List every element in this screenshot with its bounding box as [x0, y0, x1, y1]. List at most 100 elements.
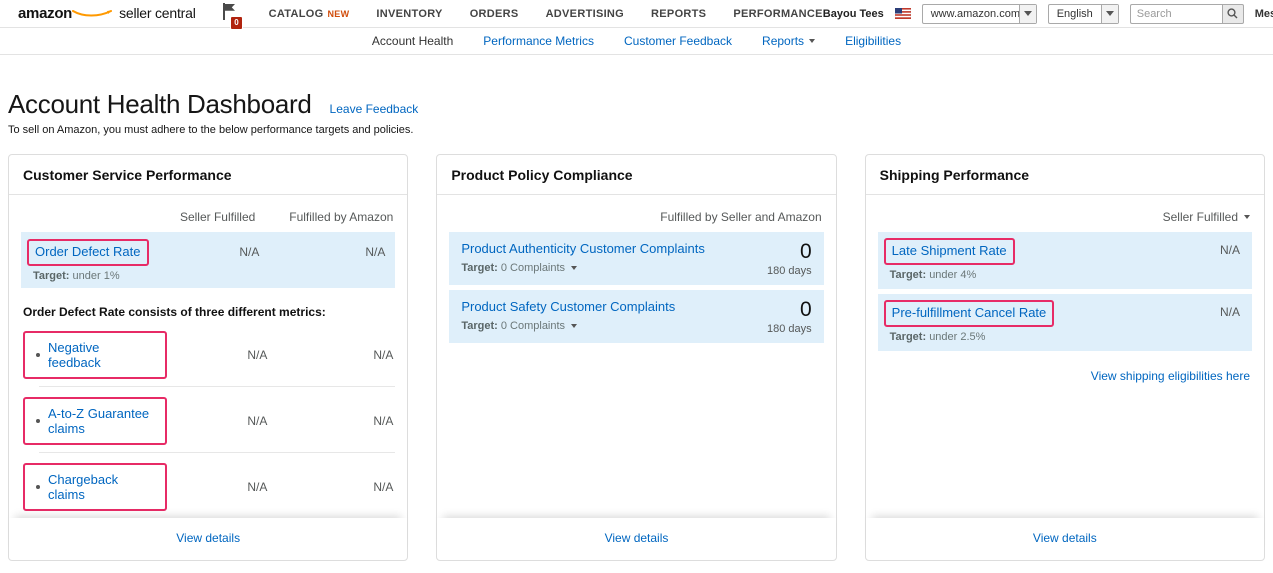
view-details-link[interactable]: View details — [1033, 531, 1097, 545]
topnav-right-controls: Bayou Tees www.amazon.com English Messag… — [823, 4, 1273, 24]
search-input[interactable] — [1130, 4, 1222, 24]
caret-down-icon[interactable] — [571, 266, 577, 270]
fulfilled-by-amazon-value: N/A — [267, 348, 393, 362]
shipping-performance-card: Shipping Performance Seller Fulfilled La… — [865, 154, 1265, 561]
marketplace-selector[interactable]: www.amazon.com — [922, 4, 1037, 24]
column-header-fulfilled-by-seller-and-amazon: Fulfilled by Seller and Amazon — [660, 210, 821, 224]
column-header-seller-fulfilled: Seller Fulfilled — [1163, 210, 1238, 224]
menu-item-inventory[interactable]: INVENTORY — [376, 8, 442, 20]
tab-eligibilities[interactable]: Eligibilities — [845, 34, 901, 48]
pre-fulfillment-cancel-rate-link[interactable]: Pre-fulfillment Cancel Rate — [892, 305, 1047, 320]
fulfilled-by-amazon-value: N/A — [267, 480, 393, 494]
product-safety-row: Product Safety Customer Complaints Targe… — [449, 290, 823, 343]
search-button[interactable] — [1222, 4, 1244, 24]
fulfilled-by-amazon-value: N/A — [259, 241, 385, 282]
notification-count-badge: 0 — [230, 16, 242, 30]
annotation-highlight: Negative feedback — [23, 331, 167, 379]
metric-target: Target: 0 Complaints — [461, 262, 705, 274]
annotation-highlight: Pre-fulfillment Cancel Rate — [884, 300, 1055, 327]
new-badge: NEW — [328, 9, 350, 19]
amazon-smile-icon — [72, 10, 116, 18]
language-selector[interactable]: English — [1048, 4, 1119, 24]
menu-item-orders[interactable]: ORDERS — [470, 8, 519, 20]
caret-down-icon — [809, 39, 815, 43]
tab-customer-feedback[interactable]: Customer Feedback — [624, 34, 732, 48]
metric-target: Target: under 2.5% — [890, 331, 1055, 343]
card-footer: View details — [437, 518, 835, 560]
tab-reports[interactable]: Reports — [762, 34, 815, 48]
time-period: 180 days — [767, 323, 812, 335]
performance-sub-navigation: Account Health Performance Metrics Custo… — [0, 28, 1273, 55]
late-shipment-rate-row: Late Shipment Rate Target: under 4% N/A — [878, 232, 1252, 289]
card-title: Shipping Performance — [866, 155, 1264, 195]
metric-target: Target: under 1% — [33, 270, 159, 282]
product-safety-complaints-link[interactable]: Product Safety Customer Complaints — [461, 299, 675, 314]
caret-down-icon[interactable] — [571, 324, 577, 328]
annotation-highlight: Order Defect Rate — [27, 239, 149, 266]
card-title: Customer Service Performance — [9, 155, 407, 195]
us-flag-icon — [895, 8, 911, 19]
language-dropdown-button[interactable] — [1101, 5, 1118, 23]
bullet-icon — [36, 419, 40, 423]
caret-down-icon[interactable] — [1244, 215, 1250, 219]
card-footer: View details — [866, 518, 1264, 560]
seller-fulfilled-value: N/A — [1220, 240, 1240, 281]
column-headers: Fulfilled by Seller and Amazon — [437, 195, 835, 232]
time-period: 180 days — [767, 265, 812, 277]
marketplace-dropdown-button[interactable] — [1019, 5, 1036, 23]
product-policy-compliance-card: Product Policy Compliance Fulfilled by S… — [436, 154, 836, 561]
language-value: English — [1049, 5, 1101, 23]
product-authenticity-complaints-link[interactable]: Product Authenticity Customer Complaints — [461, 241, 705, 256]
menu-item-reports[interactable]: REPORTS — [651, 8, 706, 20]
shipping-eligibilities-row: View shipping eligibilities here — [880, 369, 1250, 383]
view-shipping-eligibilities-link[interactable]: View shipping eligibilities here — [1091, 369, 1250, 383]
annotation-highlight: A-to-Z Guarantee claims — [23, 397, 167, 445]
seller-fulfilled-value: N/A — [159, 241, 259, 282]
a-to-z-claims-row: A-to-Z Guarantee claims N/A N/A — [9, 387, 407, 452]
metric-target: Target: 0 Complaints — [461, 320, 675, 332]
chargeback-claims-link[interactable]: Chargeback claims — [48, 472, 154, 502]
global-search — [1130, 4, 1244, 24]
view-details-link[interactable]: View details — [605, 531, 669, 545]
complaint-count-value: 0 — [767, 240, 812, 263]
search-icon — [1227, 8, 1238, 19]
account-name: Bayou Tees — [823, 8, 884, 20]
seller-fulfilled-value: N/A — [167, 348, 267, 362]
menu-item-advertising[interactable]: ADVERTISING — [546, 8, 624, 20]
card-title: Product Policy Compliance — [437, 155, 835, 195]
amazon-logo-text: amazon — [18, 5, 72, 22]
menu-item-catalog[interactable]: CATALOGNEW — [269, 8, 350, 20]
column-header-fulfilled-by-amazon: Fulfilled by Amazon — [255, 210, 393, 224]
card-footer: View details — [9, 518, 407, 560]
notifications-flag-button[interactable]: 0 — [222, 3, 237, 25]
seller-fulfilled-value: N/A — [167, 414, 267, 428]
order-defect-rate-link[interactable]: Order Defect Rate — [35, 244, 141, 259]
negative-feedback-row: Negative feedback N/A N/A — [9, 321, 407, 386]
main-content: Account Health Dashboard Leave Feedback … — [0, 89, 1273, 561]
a-to-z-guarantee-claims-link[interactable]: A-to-Z Guarantee claims — [48, 406, 154, 436]
tab-performance-metrics[interactable]: Performance Metrics — [483, 34, 594, 48]
messages-link[interactable]: Messages — [1255, 8, 1273, 20]
tab-account-health[interactable]: Account Health — [372, 34, 453, 48]
utility-links: Messages Help Settings — [1255, 8, 1273, 20]
column-header-seller-fulfilled: Seller Fulfilled — [143, 210, 255, 224]
complaint-count-value: 0 — [767, 298, 812, 321]
leave-feedback-link[interactable]: Leave Feedback — [330, 102, 419, 116]
metric-target: Target: under 4% — [890, 269, 1015, 281]
marketplace-value: www.amazon.com — [923, 5, 1019, 23]
seller-central-logo[interactable]: amazon seller central — [18, 5, 196, 22]
seller-fulfilled-value: N/A — [167, 480, 267, 494]
caret-down-icon — [1106, 11, 1114, 16]
pre-fulfillment-cancel-rate-row: Pre-fulfillment Cancel Rate Target: unde… — [878, 294, 1252, 351]
menu-item-performance[interactable]: PERFORMANCE — [733, 8, 822, 20]
primary-menu: CATALOGNEW INVENTORY ORDERS ADVERTISING … — [269, 8, 823, 20]
negative-feedback-link[interactable]: Negative feedback — [48, 340, 154, 370]
late-shipment-rate-link[interactable]: Late Shipment Rate — [892, 243, 1007, 258]
page-title: Account Health Dashboard — [8, 89, 312, 120]
fulfilled-by-amazon-value: N/A — [267, 414, 393, 428]
customer-service-performance-card: Customer Service Performance Seller Fulf… — [8, 154, 408, 561]
view-details-link[interactable]: View details — [176, 531, 240, 545]
annotation-highlight: Chargeback claims — [23, 463, 167, 511]
order-defect-rate-row: Order Defect Rate Target: under 1% N/A N… — [21, 232, 395, 288]
annotation-highlight: Late Shipment Rate — [884, 238, 1015, 265]
